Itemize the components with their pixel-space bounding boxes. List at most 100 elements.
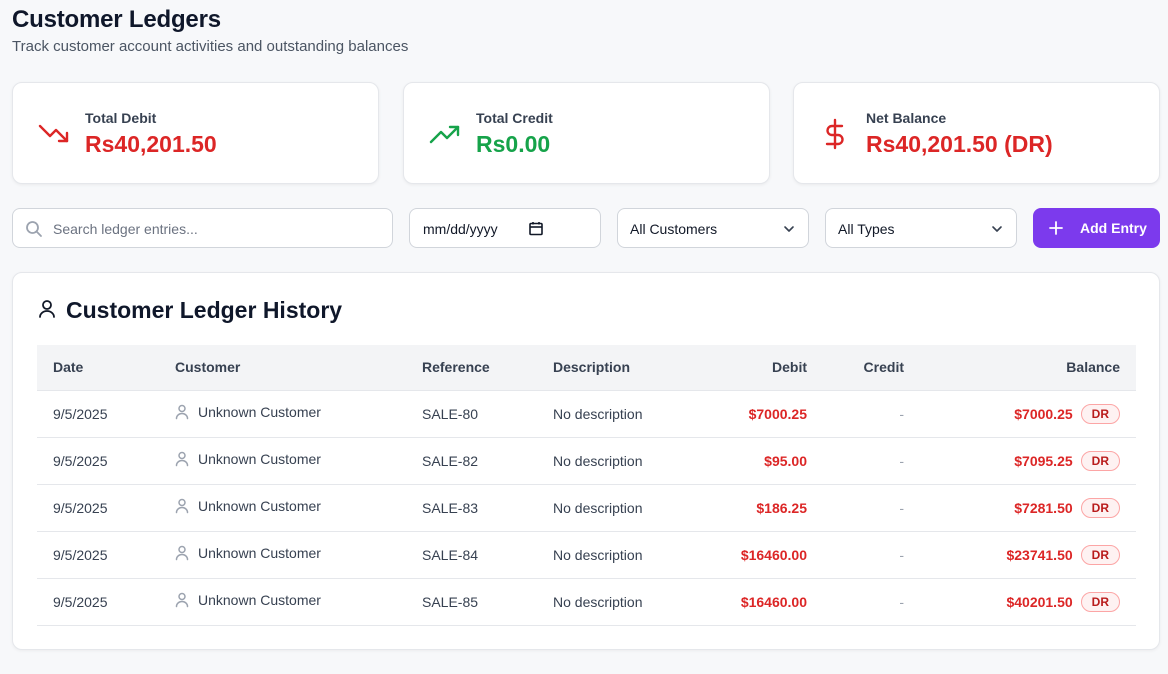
cell-description: No description [553,499,643,516]
add-entry-label: Add Entry [1080,220,1147,236]
cell-description: No description [553,405,643,422]
customer-name: Unknown Customer [198,498,321,514]
table-row[interactable]: 9/5/2025 Unknown Customer SALE-84 No des… [37,531,1136,578]
user-icon [175,545,189,561]
calendar-icon[interactable] [527,220,545,238]
total-credit-label: Total Credit [476,110,553,126]
add-entry-button[interactable]: Add Entry [1033,208,1160,248]
table-header-row: Date Customer Reference Description Debi… [37,345,1136,390]
cell-balance: $7095.25 DR [920,437,1136,484]
column-header-reference[interactable]: Reference [406,345,537,390]
cell-date: 9/5/2025 [53,546,108,563]
search-icon [25,220,43,238]
status-badge: DR [1080,403,1120,424]
chevron-down-icon [782,222,796,236]
cell-reference: SALE-80 [422,405,479,422]
customer-select[interactable]: All Customers [617,208,809,248]
cell-customer: Unknown Customer [159,437,406,484]
cell-date: 9/5/2025 [53,593,108,610]
column-header-description[interactable]: Description [537,345,677,390]
user-icon [38,299,56,319]
cell-reference: SALE-82 [422,452,479,469]
cell-debit: $186.25 [756,499,807,516]
date-placeholder: mm/dd/yyyy [423,221,498,237]
user-icon [175,498,189,514]
cell-customer: Unknown Customer [159,484,406,531]
customer-name: Unknown Customer [198,592,321,608]
status-badge: DR [1080,544,1120,565]
cell-debit: $16460.00 [740,546,807,563]
cell-customer: Unknown Customer [159,390,406,437]
chevron-down-icon [990,222,1004,236]
cell-reference: SALE-84 [422,546,479,563]
date-input[interactable]: mm/dd/yyyy [409,208,601,248]
balance-value: $40201.50 [1006,593,1073,610]
page-subtitle: Track customer account activities and ou… [12,38,409,55]
table-row[interactable]: 9/5/2025 Unknown Customer SALE-83 No des… [37,484,1136,531]
customer-select-value: All Customers [630,221,718,237]
trending-up-icon [428,119,462,149]
column-header-balance[interactable]: Balance [920,345,1136,390]
cell-reference: SALE-83 [422,499,479,516]
cell-credit: - [899,546,904,563]
type-select[interactable]: All Types [825,208,1017,248]
plus-icon [1048,220,1064,236]
total-debit-card: Total Debit Rs40,201.50 [12,82,379,184]
cell-description: No description [553,593,643,610]
table-row[interactable]: 9/5/2025 Unknown Customer SALE-82 No des… [37,437,1136,484]
status-badge: DR [1080,450,1120,471]
user-icon [175,404,189,420]
total-debit-label: Total Debit [85,110,157,126]
cell-credit: - [899,452,904,469]
table-row[interactable]: 9/5/2025 Unknown Customer SALE-85 No des… [37,578,1136,625]
customer-name: Unknown Customer [198,545,321,561]
user-icon [175,592,189,608]
cell-credit: - [899,593,904,610]
balance-value: $7000.25 [1014,405,1073,422]
net-balance-card: Net Balance Rs40,201.50 (DR) [793,82,1160,184]
page-title: Customer Ledgers [12,6,221,33]
status-badge: DR [1080,591,1120,612]
cell-date: 9/5/2025 [53,405,108,422]
search-placeholder: Search ledger entries... [53,221,198,237]
dollar-icon [818,118,852,150]
balance-value: $7281.50 [1014,499,1073,516]
cell-balance: $7281.50 DR [920,484,1136,531]
user-icon [175,451,189,467]
cell-credit: - [899,499,904,516]
cell-customer: Unknown Customer [159,578,406,625]
page: Customer Ledgers Track customer account … [0,0,1168,674]
column-header-customer[interactable]: Customer [159,345,406,390]
total-credit-card: Total Credit Rs0.00 [403,82,770,184]
cell-description: No description [553,546,643,563]
total-debit-value: Rs40,201.50 [85,131,217,157]
net-balance-label: Net Balance [866,110,947,126]
search-input[interactable]: Search ledger entries... [12,208,393,248]
cell-debit: $16460.00 [740,593,807,610]
cell-debit: $7000.25 [748,405,807,422]
customer-name: Unknown Customer [198,404,321,420]
cell-customer: Unknown Customer [159,531,406,578]
cell-description: No description [553,452,643,469]
net-balance-value: Rs40,201.50 (DR) [866,131,1053,157]
table-row[interactable]: 9/5/2025 Unknown Customer SALE-80 No des… [37,390,1136,437]
cell-balance: $40201.50 DR [920,578,1136,625]
type-select-value: All Types [838,221,895,237]
ledger-table: Date Customer Reference Description Debi… [37,345,1136,626]
status-badge: DR [1080,497,1120,518]
column-header-credit[interactable]: Credit [823,345,920,390]
column-header-date[interactable]: Date [37,345,159,390]
balance-value: $7095.25 [1014,452,1073,469]
cell-balance: $23741.50 DR [920,531,1136,578]
ledger-panel: Customer Ledger History Date Customer Re… [12,272,1160,650]
cell-credit: - [899,405,904,422]
customer-name: Unknown Customer [198,451,321,467]
balance-value: $23741.50 [1006,546,1073,563]
cell-balance: $7000.25 DR [920,390,1136,437]
cell-date: 9/5/2025 [53,499,108,516]
column-header-debit[interactable]: Debit [677,345,823,390]
cell-reference: SALE-85 [422,593,479,610]
trending-down-icon [37,119,71,149]
cell-date: 9/5/2025 [53,452,108,469]
total-credit-value: Rs0.00 [476,131,551,157]
